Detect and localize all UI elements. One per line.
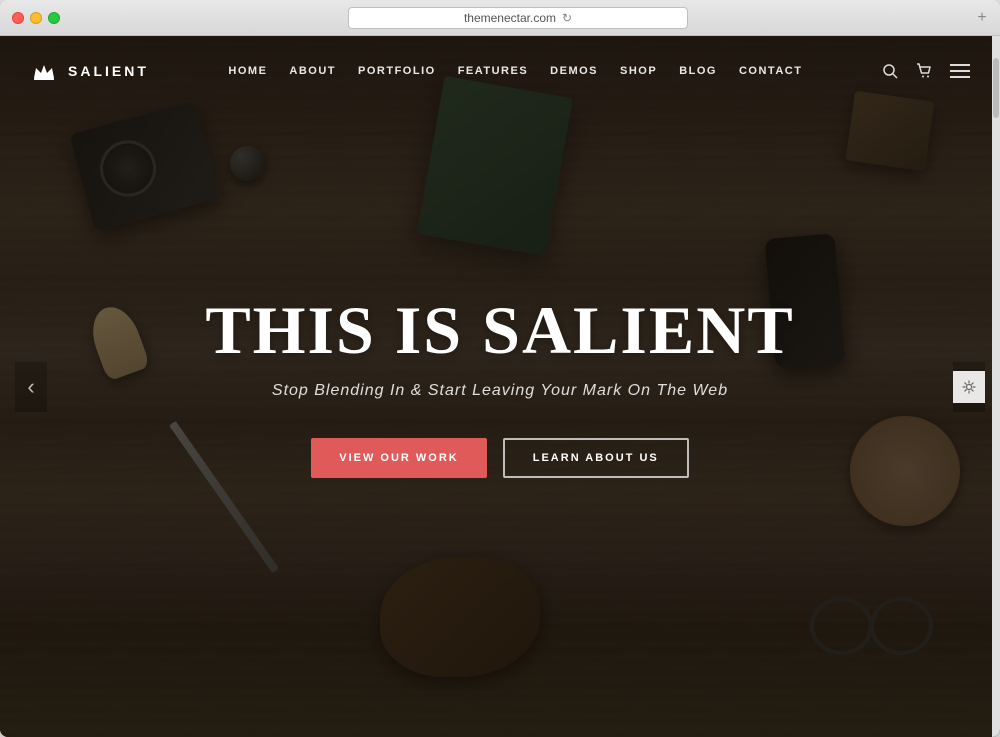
logo-icon xyxy=(30,60,58,82)
close-button[interactable] xyxy=(12,12,24,24)
nav-item-about[interactable]: ABOUT xyxy=(289,65,336,77)
scrollbar[interactable] xyxy=(992,36,1000,737)
traffic-lights xyxy=(12,12,60,24)
browser-new-tab[interactable]: + xyxy=(976,12,988,24)
nav-item-blog[interactable]: BLOG xyxy=(679,65,717,77)
browser-window: themenectar.com ↻ + xyxy=(0,0,1000,737)
logo-text: SALIENT xyxy=(68,63,149,79)
nav-item-home[interactable]: HOME xyxy=(228,65,267,77)
search-icon[interactable] xyxy=(882,63,898,79)
cart-icon[interactable] xyxy=(916,63,932,79)
hamburger-line-2 xyxy=(950,70,970,72)
hamburger-line-3 xyxy=(950,76,970,78)
learn-about-button[interactable]: LEARN ABOUT US xyxy=(503,438,689,478)
view-work-button[interactable]: VIEW OUR WORK xyxy=(311,438,487,478)
minimize-button[interactable] xyxy=(30,12,42,24)
maximize-button[interactable] xyxy=(48,12,60,24)
nav-item-shop[interactable]: SHOP xyxy=(620,65,657,77)
url-bar[interactable]: themenectar.com ↻ xyxy=(348,7,688,29)
url-text: themenectar.com xyxy=(464,11,556,25)
browser-address-bar: themenectar.com ↻ xyxy=(68,7,968,29)
navigation: SALIENT HOME ABOUT PORTFOLIO FEATURES DE… xyxy=(0,36,1000,106)
nav-icons xyxy=(882,63,970,79)
browser-titlebar: themenectar.com ↻ + xyxy=(0,0,1000,36)
crown-svg xyxy=(32,62,56,80)
browser-controls: + xyxy=(976,12,988,24)
website-container: SALIENT HOME ABOUT PORTFOLIO FEATURES DE… xyxy=(0,36,1000,737)
refresh-icon[interactable]: ↻ xyxy=(562,11,572,25)
hero-buttons: VIEW OUR WORK LEARN ABOUT US xyxy=(311,438,688,478)
nav-item-demos[interactable]: DEMOS xyxy=(550,65,598,77)
nav-menu: HOME ABOUT PORTFOLIO FEATURES DEMOS SHOP… xyxy=(228,65,802,77)
nav-item-contact[interactable]: CONTACT xyxy=(739,65,802,77)
scrollbar-thumb[interactable] xyxy=(993,58,999,118)
settings-button[interactable] xyxy=(953,371,985,403)
hamburger-menu[interactable] xyxy=(950,64,970,78)
prev-slide-arrow[interactable]: ‹ xyxy=(15,362,47,412)
hamburger-line-1 xyxy=(950,64,970,66)
nav-item-features[interactable]: FEATURES xyxy=(458,65,528,77)
hero-title: THIS IS SALIENT xyxy=(205,296,794,364)
nav-item-portfolio[interactable]: PORTFOLIO xyxy=(358,65,436,77)
hero-subtitle: Stop Blending In & Start Leaving Your Ma… xyxy=(272,382,728,400)
site-logo[interactable]: SALIENT xyxy=(30,60,149,82)
hero-content: THIS IS SALIENT Stop Blending In & Start… xyxy=(0,36,1000,737)
